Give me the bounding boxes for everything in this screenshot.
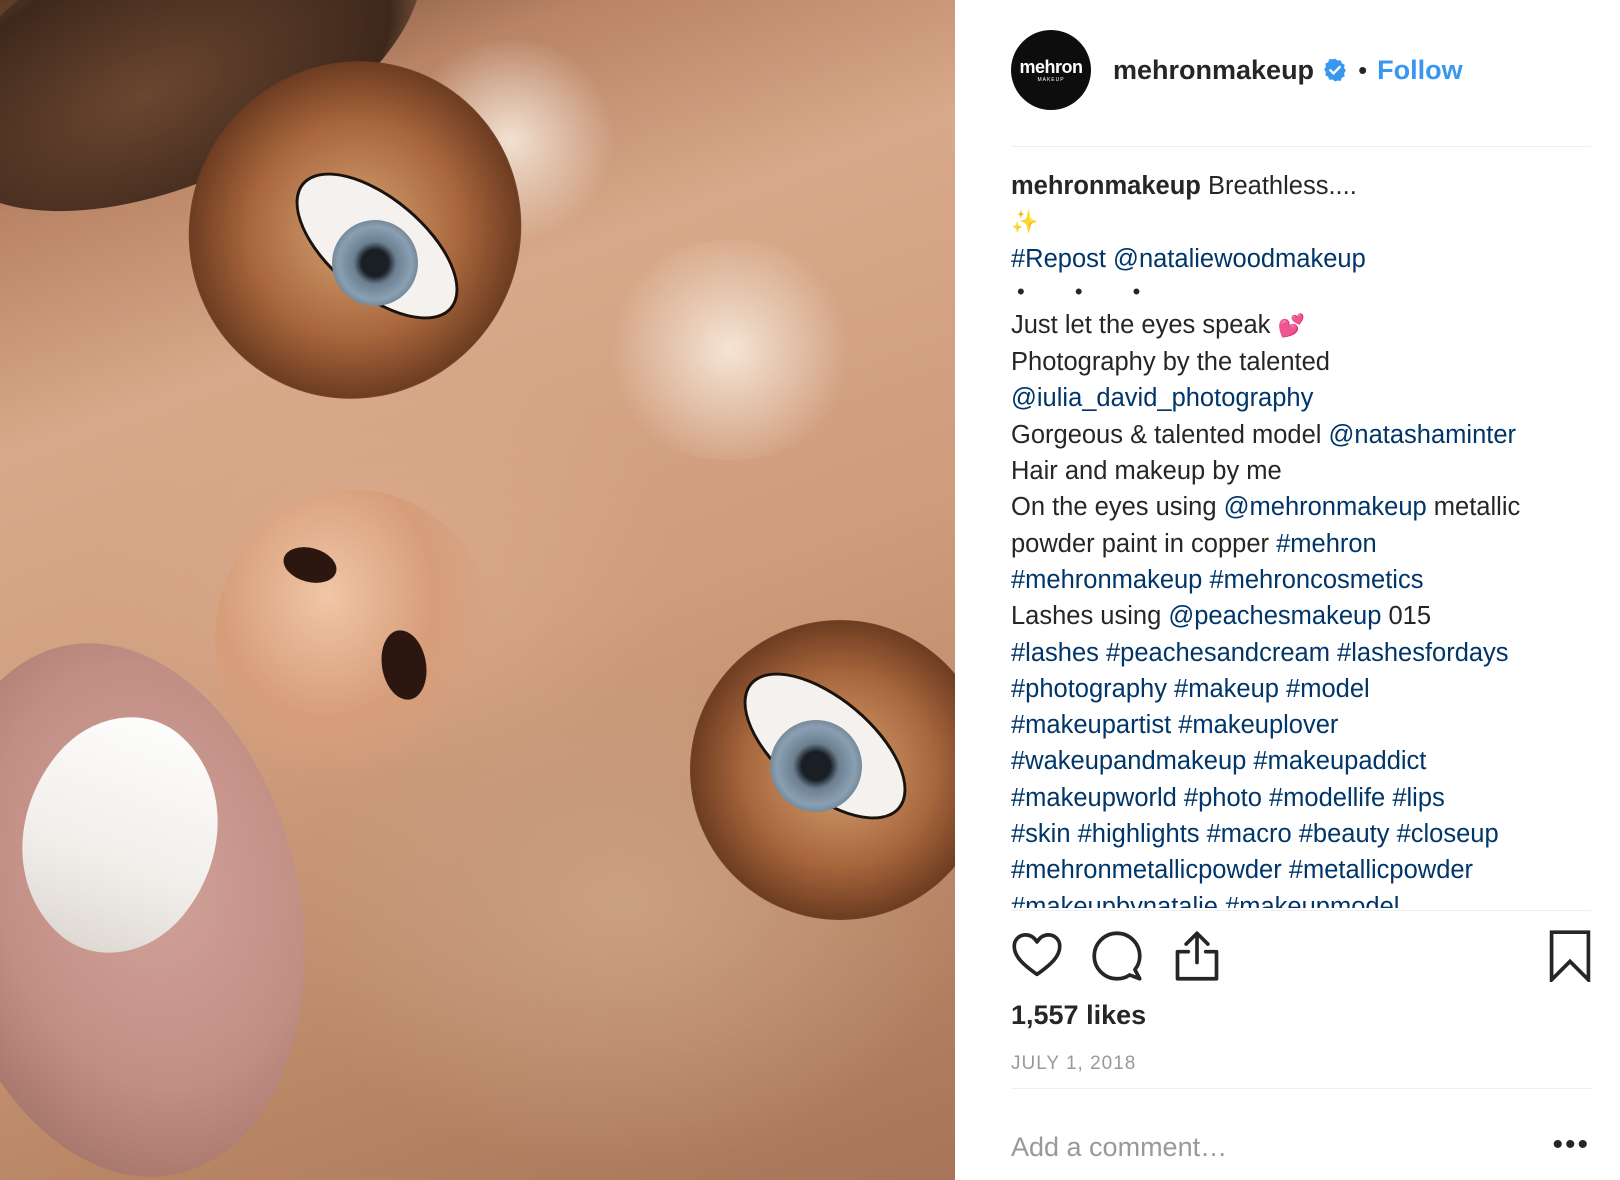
likes-count[interactable]: 1,557 likes <box>1011 1000 1146 1031</box>
caption-text: metallic <box>1426 493 1521 522</box>
heart-icon[interactable] <box>1011 930 1063 982</box>
mention-link[interactable]: @mehronmakeup <box>1224 493 1427 521</box>
post-header: mehron MAKEUP mehronmakeup • Follow <box>1011 28 1596 112</box>
caption-text: Just let the eyes speak <box>1011 310 1278 339</box>
hashtag-link[interactable]: #makeupbynatalie #makeupmodel <box>1011 889 1596 908</box>
comment-input[interactable] <box>1011 1131 1531 1163</box>
more-options-icon[interactable]: ••• <box>1552 1130 1590 1160</box>
photo-highlight <box>600 240 860 460</box>
caption-dots: • • • <box>1017 278 1163 304</box>
photo-iris <box>770 720 862 812</box>
repost-link[interactable]: #Repost @nataliewoodmakeup <box>1011 241 1596 277</box>
hashtag-link[interactable]: #mehronmetallicpowder #metallicpowder <box>1011 852 1596 888</box>
mention-link[interactable]: @iulia_david_photography <box>1011 380 1596 416</box>
divider <box>1011 146 1591 147</box>
hashtag-link[interactable]: #lashes #peachesandcream #lashesfordays <box>1011 635 1596 671</box>
caption-text: powder paint in copper <box>1011 529 1277 558</box>
avatar-logo: mehron <box>1019 56 1083 77</box>
hashtag-link[interactable]: #photography #makeup #model <box>1011 671 1596 707</box>
caption-line: On the eyes using @mehronmakeup metallic <box>1011 489 1596 525</box>
post-side-panel: mehron MAKEUP mehronmakeup • Follow mehr… <box>1011 0 1606 1180</box>
caption-line: mehronmakeup Breathless.... <box>1011 168 1596 204</box>
action-bar <box>1011 930 1596 982</box>
verified-badge-icon <box>1324 58 1346 82</box>
hashtag-link[interactable]: #makeupworld #photo #modellife #lips <box>1011 780 1596 816</box>
divider <box>1011 910 1591 911</box>
caption-text: Hair and makeup by me <box>1011 457 1282 486</box>
hashtag-link[interactable]: #mehronmakeup #mehroncosmetics <box>1011 562 1596 598</box>
caption: mehronmakeup Breathless.... ✨ #Repost @n… <box>1011 168 1596 908</box>
sparkle-emoji: ✨ <box>1011 209 1039 235</box>
username-link[interactable]: mehronmakeup <box>1113 55 1314 86</box>
photo-nose <box>215 490 495 790</box>
avatar[interactable]: mehron MAKEUP <box>1011 30 1091 110</box>
hearts-emoji: 💕 <box>1277 312 1305 338</box>
caption-line: Lashes using @peachesmakeup 015 <box>1011 598 1596 634</box>
bookmark-icon[interactable] <box>1544 930 1596 982</box>
caption-author-link[interactable]: mehronmakeup <box>1011 172 1201 200</box>
post-photo[interactable] <box>0 0 955 1180</box>
post-date[interactable]: JULY 1, 2018 <box>1011 1053 1136 1075</box>
comment-form: ••• <box>1011 1126 1596 1168</box>
caption-text: Photography by the talented <box>1011 348 1330 377</box>
caption-text: 015 <box>1381 602 1432 631</box>
caption-text: Lashes using <box>1011 602 1169 631</box>
hashtag-link[interactable]: #mehron <box>1276 530 1377 558</box>
divider <box>1011 1088 1591 1089</box>
hashtag-link[interactable]: #skin #highlights #macro #beauty #closeu… <box>1011 816 1596 852</box>
avatar-logo-sub: MAKEUP <box>1037 76 1065 83</box>
header-separator: • <box>1358 54 1368 85</box>
speech-bubble-icon[interactable] <box>1091 930 1143 982</box>
caption-line: Just let the eyes speak 💕 <box>1011 307 1596 344</box>
photo-iris <box>332 220 418 306</box>
follow-button[interactable]: Follow <box>1377 55 1462 86</box>
mention-link[interactable]: @natashaminter <box>1329 421 1516 449</box>
caption-text: Breathless.... <box>1207 172 1357 200</box>
mention-link[interactable]: @peachesmakeup <box>1168 602 1381 630</box>
caption-line: Gorgeous & talented model @natashaminter <box>1011 417 1596 453</box>
caption-text: On the eyes using <box>1011 493 1224 522</box>
share-icon[interactable] <box>1171 930 1223 982</box>
caption-line: powder paint in copper #mehron <box>1011 526 1596 562</box>
caption-text: Gorgeous & talented model <box>1011 420 1329 449</box>
hashtag-link[interactable]: #makeupartist #makeuplover <box>1011 707 1596 743</box>
hashtag-link[interactable]: #wakeupandmakeup #makeupaddict <box>1011 743 1596 779</box>
